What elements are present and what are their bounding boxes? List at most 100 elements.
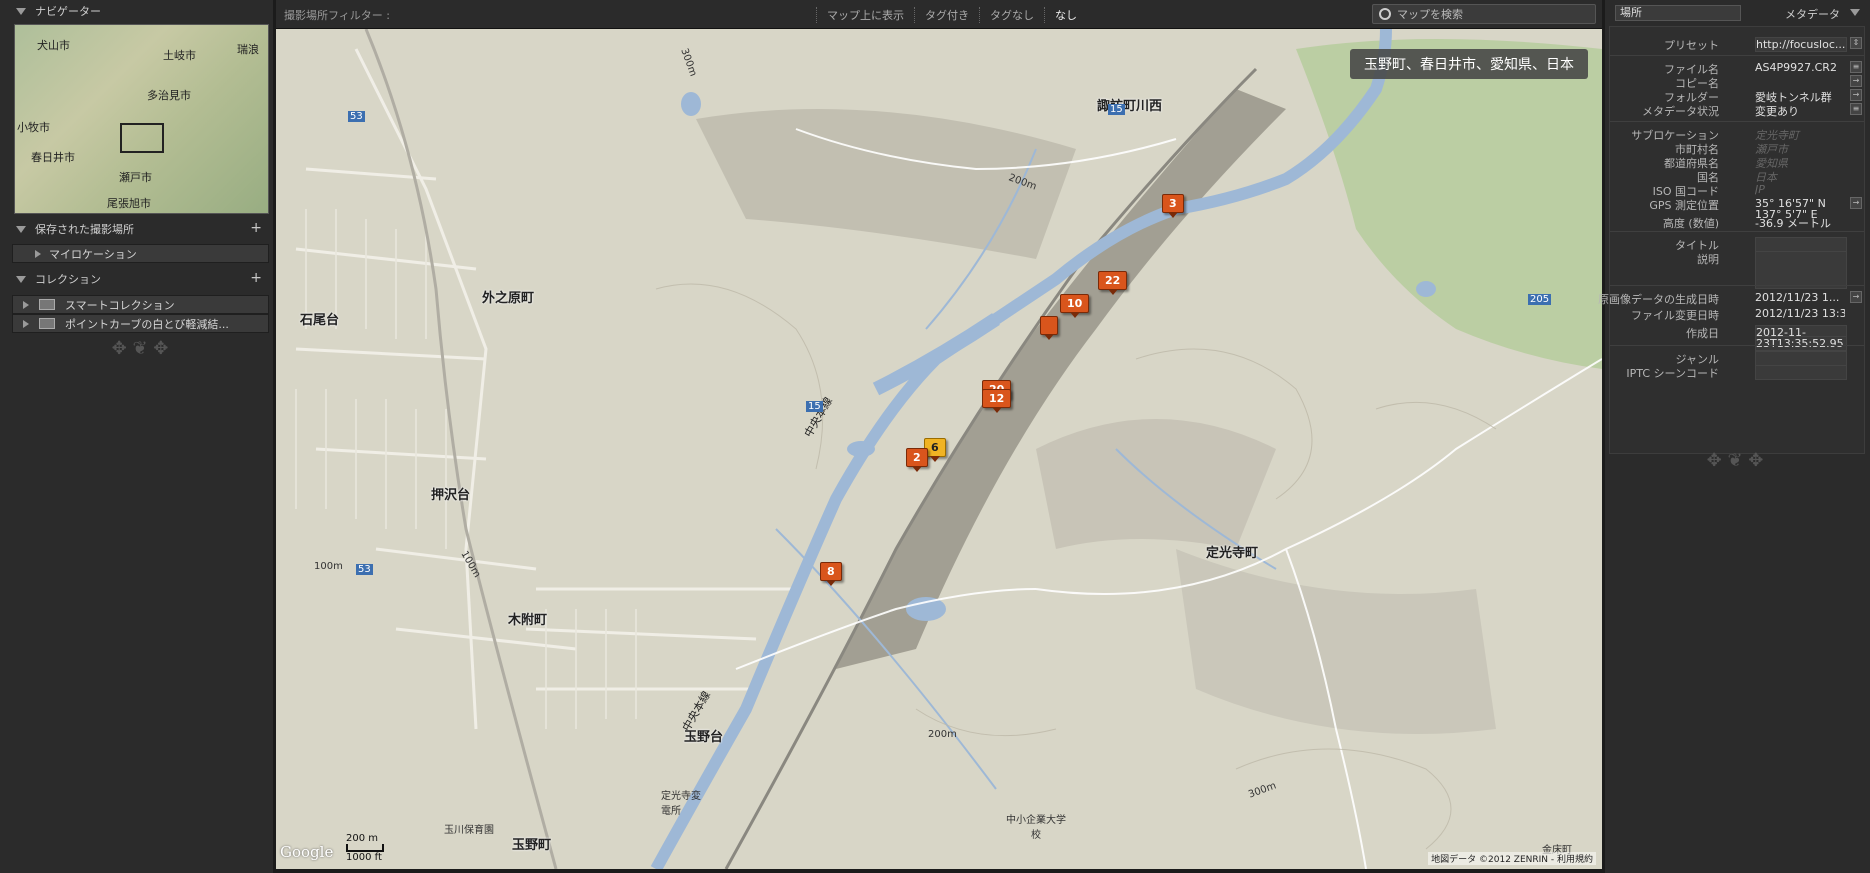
city-label: 春日井市 — [31, 151, 75, 164]
divider — [1610, 285, 1864, 286]
ornament-icon: ✥ ❦ ✥ — [111, 338, 169, 359]
search-icon — [1379, 8, 1391, 20]
google-logo: Google — [280, 843, 334, 861]
filter-label: 撮影場所フィルター : — [284, 9, 390, 22]
go-to-arrow-icon[interactable]: → — [1850, 291, 1862, 303]
saved-location-item[interactable]: マイロケーション — [12, 244, 269, 263]
photo-pin[interactable] — [1040, 316, 1058, 340]
expand-triangle-icon[interactable] — [23, 300, 29, 309]
field-value[interactable] — [1755, 251, 1847, 289]
field-value: 2012/11/23 13:35:... — [1755, 307, 1845, 320]
dropdown-arrow-icon[interactable]: ⇕ — [1850, 37, 1862, 49]
photo-pin[interactable]: 8 — [820, 562, 842, 586]
route-marker: 205 — [1528, 294, 1552, 305]
list-icon[interactable]: ≡ — [1850, 103, 1862, 115]
ornament-icon: ✥ ❦ ✥ — [1706, 450, 1764, 471]
navigator-title: ナビゲーター — [35, 5, 101, 18]
collection-item[interactable]: スマートコレクション — [12, 295, 269, 314]
contour-label: 200m — [928, 729, 957, 740]
photo-pin[interactable]: 22 — [1098, 271, 1128, 295]
field-value-line2: 23T13:35:52.95 — [1755, 336, 1847, 351]
field-label: ファイル変更日時 — [1631, 309, 1719, 322]
filter-options: マップ上に表示 タグ付き タグなし なし — [816, 7, 1087, 23]
go-to-arrow-icon[interactable]: → — [1850, 75, 1862, 87]
field-value: -36.9 メートル — [1755, 217, 1831, 230]
field-label: 原画像データの生成日時 — [1598, 293, 1719, 306]
collapse-triangle-icon[interactable] — [1850, 9, 1860, 16]
filter-visible-on-map[interactable]: マップ上に表示 — [816, 7, 914, 23]
field-label: 作成日 — [1686, 327, 1719, 340]
add-location-icon[interactable]: + — [250, 220, 262, 236]
add-collection-icon[interactable]: + — [250, 270, 262, 286]
field-label: 高度 (数値) — [1662, 217, 1719, 230]
collections-header[interactable]: コレクション + — [0, 268, 270, 290]
go-to-arrow-icon[interactable]: → — [1850, 89, 1862, 101]
collapse-triangle-icon[interactable] — [16, 7, 26, 15]
collapse-triangle-icon[interactable] — [16, 225, 26, 233]
map-view[interactable]: 玉野町、春日井市、愛知県、日本 諏訪町川西 外之原町 石尾台 押沢台 定光寺町 … — [276, 29, 1602, 869]
field-value: 2012/11/23 1... — [1755, 291, 1840, 304]
metadata-header: 場所 メタデータ — [1605, 0, 1870, 24]
place-label: 木附町 — [508, 613, 548, 628]
smart-collection-icon — [39, 318, 55, 329]
list-icon[interactable]: ≡ — [1850, 61, 1862, 73]
navigator-map[interactable]: 犬山市 土岐市 瑞浪 多治見市 小牧市 春日井市 瀬戸市 尾張旭市 — [14, 24, 269, 214]
navigator-header[interactable]: ナビゲーター — [0, 0, 270, 22]
city-label: 犬山市 — [37, 39, 70, 52]
saved-locations-header[interactable]: 保存された撮影場所 + — [0, 218, 270, 240]
location-label: 玉野町、春日井市、愛知県、日本 — [1350, 49, 1588, 79]
field-value: 変更あり — [1755, 105, 1799, 118]
expand-triangle-icon[interactable] — [23, 319, 29, 328]
collections-title: コレクション — [35, 273, 101, 286]
map-scale: 200 m 1000 ft — [346, 833, 384, 863]
filter-untagged[interactable]: タグなし — [979, 7, 1044, 23]
photo-pin[interactable]: 10 — [1060, 294, 1090, 318]
photo-pin[interactable]: 12 — [982, 389, 1012, 413]
field-label: IPTC シーンコード — [1626, 367, 1719, 380]
field-label: GPS 測定位置 — [1649, 199, 1719, 212]
collapse-triangle-icon[interactable] — [16, 275, 26, 283]
field-value[interactable] — [1755, 351, 1847, 366]
viewport-box[interactable] — [120, 123, 164, 153]
city-label: 多治見市 — [147, 89, 191, 102]
scale-bar — [346, 844, 384, 852]
field-value[interactable] — [1755, 365, 1847, 380]
metadata-fields: プリセット http://focusloc... ⇕ ファイル名 AS4P9927… — [1598, 26, 1865, 454]
field-label: メタデータ状況 — [1642, 105, 1719, 118]
field-label: プリセット — [1664, 39, 1719, 52]
city-label: 尾張旭市 — [107, 197, 151, 210]
location-filter-bar: 撮影場所フィルター : マップ上に表示 タグ付き タグなし なし マップを検索 — [276, 0, 1602, 29]
scale-feet: 1000 ft — [346, 852, 382, 863]
go-to-arrow-icon[interactable]: → — [1850, 197, 1862, 209]
collection-item[interactable]: ポイントカーブの白とび軽減結... — [12, 314, 269, 333]
contour-label: 100m — [314, 561, 343, 572]
place-label: 中小企業大学校 — [1006, 815, 1066, 841]
divider — [1610, 231, 1864, 232]
city-label: 瀬戸市 — [119, 171, 152, 184]
field-value: JP — [1755, 183, 1765, 196]
map-copyright[interactable]: 地図データ ©2012 ZENRIN - 利用規約 — [1428, 852, 1596, 865]
search-placeholder: マップを検索 — [1397, 8, 1463, 21]
map-search-input[interactable]: マップを検索 — [1372, 4, 1596, 24]
city-label: 瑞浪 — [237, 43, 259, 56]
city-label: 土岐市 — [163, 49, 196, 62]
field-label: 説明 — [1697, 253, 1719, 266]
divider — [1610, 55, 1864, 56]
collection-label: ポイントカーブの白とび軽減結... — [65, 317, 229, 331]
place-label: 押沢台 — [431, 488, 471, 503]
place-label: 定光寺変電所 — [661, 791, 701, 817]
place-label: 石尾台 — [300, 313, 340, 328]
filter-tagged[interactable]: タグ付き — [914, 7, 979, 23]
place-label: 玉野町 — [512, 838, 552, 853]
expand-triangle-icon[interactable] — [35, 249, 41, 258]
photo-pin[interactable]: 3 — [1162, 194, 1184, 218]
field-value[interactable] — [1755, 237, 1847, 252]
city-label: 小牧市 — [17, 121, 50, 134]
preset-select[interactable]: http://focusloc... — [1755, 37, 1847, 52]
place-label: 定光寺町 — [1206, 546, 1259, 561]
photo-pin[interactable]: 2 — [906, 448, 928, 472]
scale-meters: 200 m — [346, 833, 379, 844]
filter-none[interactable]: なし — [1044, 7, 1087, 23]
place-label: 玉川保育園 — [444, 825, 494, 836]
metadata-preset-dropdown[interactable]: 場所 — [1615, 5, 1741, 21]
